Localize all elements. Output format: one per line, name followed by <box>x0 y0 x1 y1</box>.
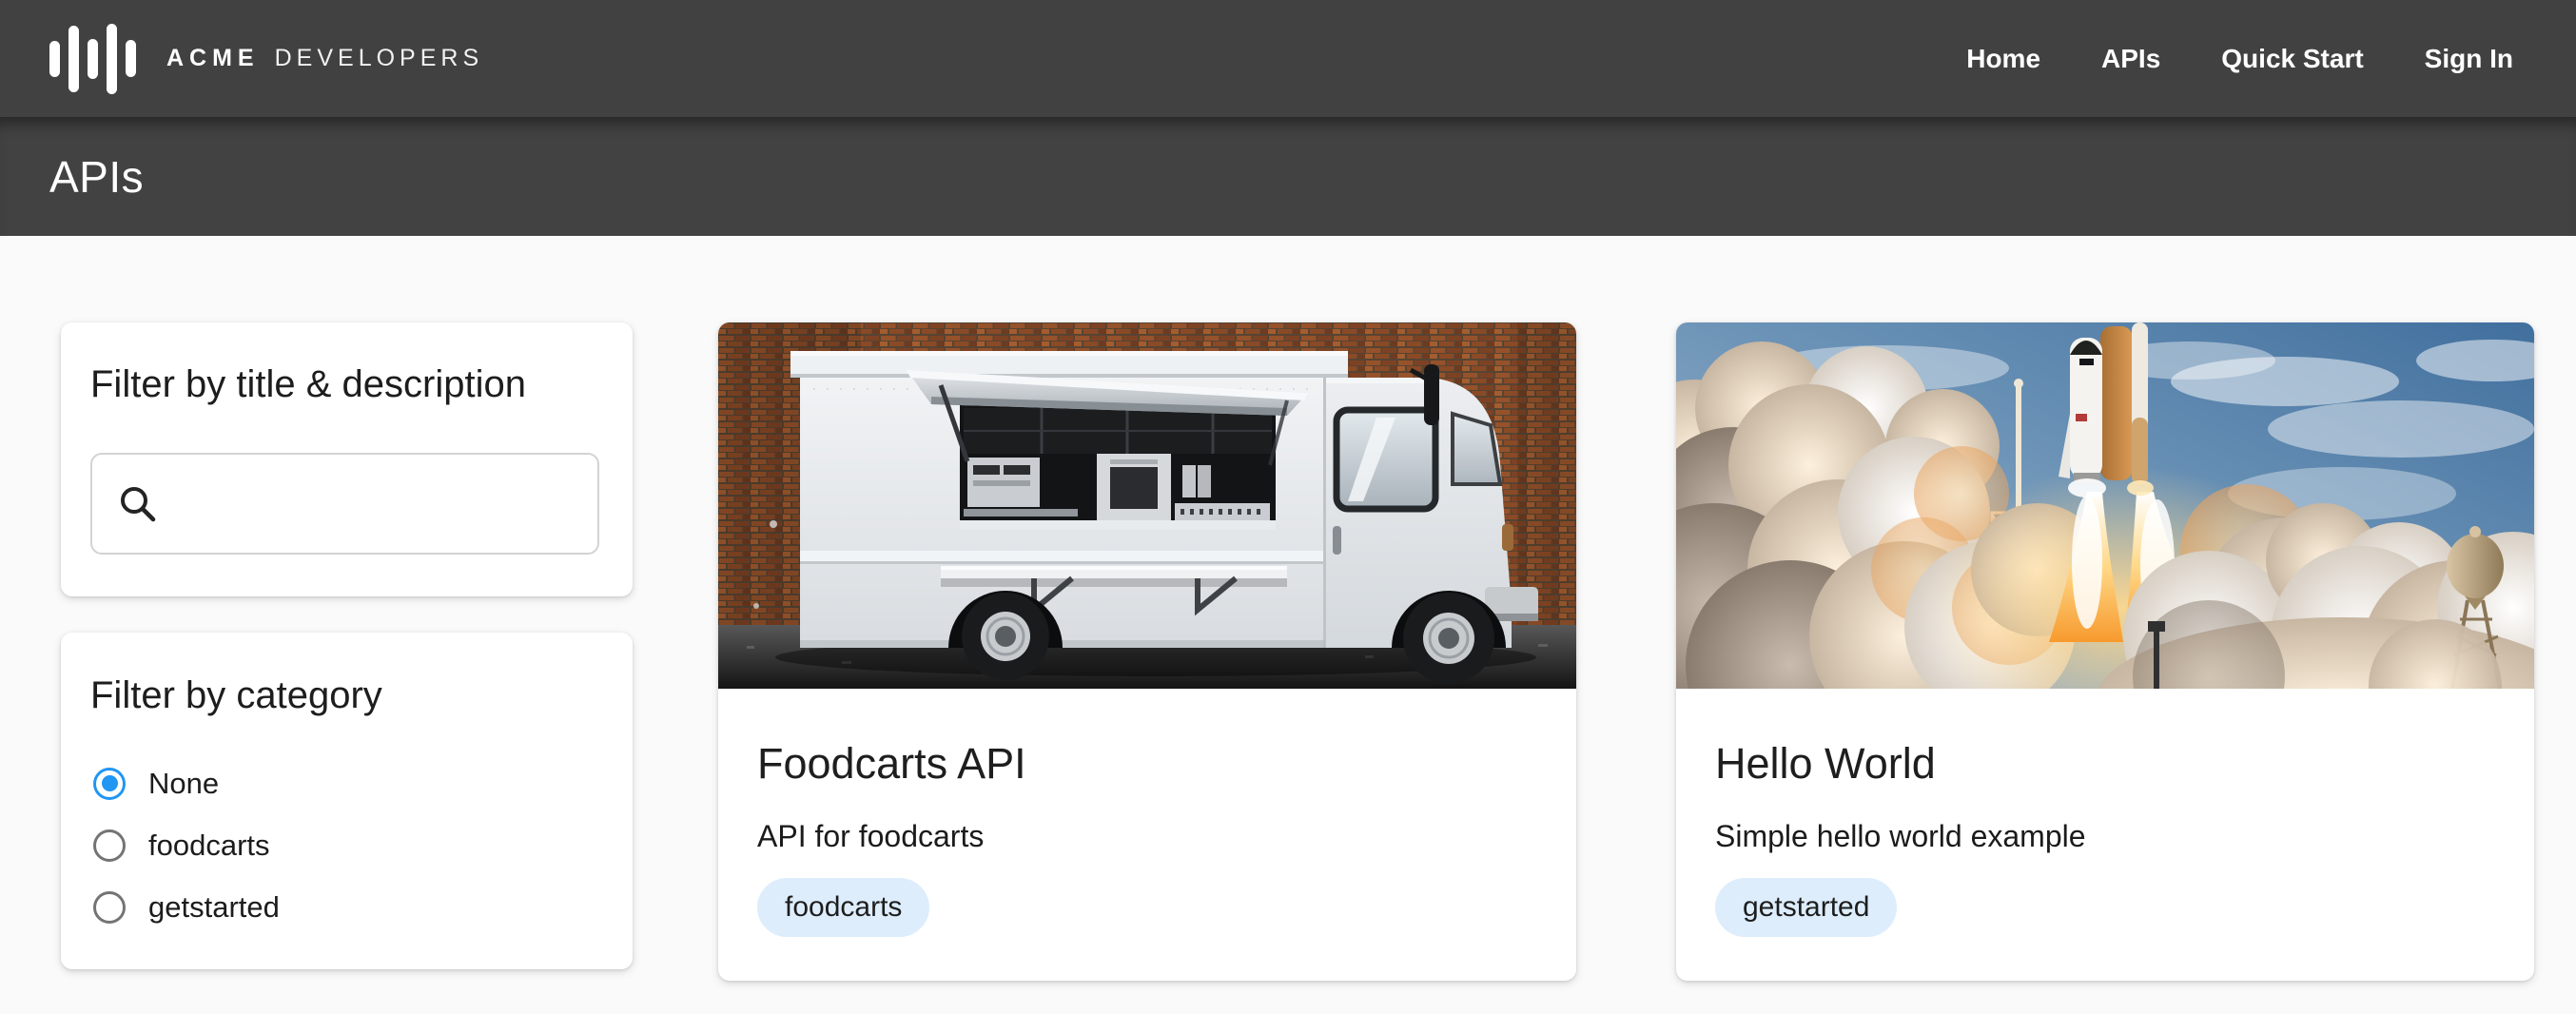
nav-item-apis[interactable]: APIs <box>2101 44 2160 74</box>
search-input[interactable] <box>172 461 572 547</box>
brand-text: ACME DEVELOPERS <box>166 45 483 72</box>
page-header: APIs <box>0 117 2576 236</box>
search-icon <box>117 483 159 525</box>
brand-name: ACME <box>166 45 260 71</box>
brand-logo[interactable]: ACME DEVELOPERS <box>49 19 483 99</box>
category-filter-heading: Filter by category <box>90 673 601 718</box>
brand-suffix: DEVELOPERS <box>275 45 484 71</box>
title-filter-card: Filter by title & description <box>61 322 633 596</box>
radio-option-none[interactable]: None <box>90 752 601 814</box>
rocket-launch-image <box>1676 322 2534 689</box>
nav-links: Home APIs Quick Start Sign In <box>1966 44 2513 74</box>
api-card-title: Foodcarts API <box>757 738 1538 789</box>
equalizer-bars-icon <box>49 19 136 99</box>
filters-sidebar: Filter by title & description Filter by … <box>61 322 633 969</box>
top-navbar: ACME DEVELOPERS Home APIs Quick Start Sig… <box>0 0 2576 117</box>
api-card-description: Simple hello world example <box>1715 818 2496 854</box>
title-filter-heading: Filter by title & description <box>90 361 601 407</box>
food-truck-image <box>718 322 1576 689</box>
category-radio-group: None foodcarts getstarted <box>90 752 601 938</box>
api-card-foodcarts[interactable]: Foodcarts API API for foodcarts foodcart… <box>718 322 1576 981</box>
api-card-body: Foodcarts API API for foodcarts foodcart… <box>718 689 1576 937</box>
radio-unselected-icon <box>93 891 126 924</box>
category-tag: foodcarts <box>757 878 929 937</box>
nav-item-home[interactable]: Home <box>1966 44 2040 74</box>
radio-selected-icon <box>93 768 126 800</box>
radio-label: getstarted <box>148 890 280 925</box>
radio-label: foodcarts <box>148 829 270 863</box>
nav-item-sign-in[interactable]: Sign In <box>2425 44 2513 74</box>
search-box <box>90 453 599 555</box>
nav-item-quick-start[interactable]: Quick Start <box>2221 44 2363 74</box>
api-card-description: API for foodcarts <box>757 818 1538 854</box>
radio-unselected-icon <box>93 829 126 862</box>
category-tag: getstarted <box>1715 878 1897 937</box>
radio-option-getstarted[interactable]: getstarted <box>90 876 601 938</box>
main-content: Filter by title & description Filter by … <box>0 236 2576 981</box>
api-card-title: Hello World <box>1715 738 2496 789</box>
radio-label: None <box>148 767 219 801</box>
api-card-body: Hello World Simple hello world example g… <box>1676 689 2534 937</box>
page-title: APIs <box>49 151 144 203</box>
category-filter-card: Filter by category None foodcarts getsta… <box>61 633 633 969</box>
api-card-list: Foodcarts API API for foodcarts foodcart… <box>718 322 2534 981</box>
radio-option-foodcarts[interactable]: foodcarts <box>90 814 601 876</box>
api-card-hello-world[interactable]: Hello World Simple hello world example g… <box>1676 322 2534 981</box>
